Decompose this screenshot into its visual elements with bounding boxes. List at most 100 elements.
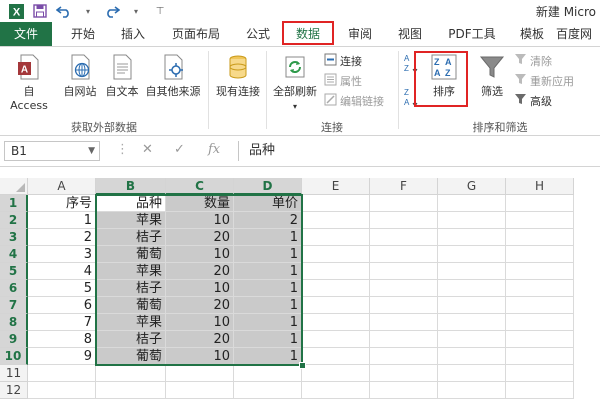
column-header-g[interactable]: G [438, 178, 506, 195]
cell-G5[interactable] [438, 263, 506, 280]
connections-button[interactable]: 连接 [324, 53, 362, 71]
clear-button[interactable]: 清除 [514, 53, 552, 71]
cell-G1[interactable] [438, 195, 506, 212]
reapply-button[interactable]: 重新应用 [514, 73, 574, 91]
row-header-3[interactable]: 3 [0, 229, 28, 246]
column-header-e[interactable]: E [302, 178, 370, 195]
tab-home[interactable]: 开始 [62, 22, 104, 46]
cell-E8[interactable] [302, 314, 370, 331]
cell-H4[interactable] [506, 246, 574, 263]
row-header-1[interactable]: 1 [0, 195, 28, 212]
cell-F5[interactable] [370, 263, 438, 280]
customize-toolbar-icon[interactable]: ⊤ [152, 3, 168, 19]
cell-F9[interactable] [370, 331, 438, 348]
cell-F6[interactable] [370, 280, 438, 297]
cell-B2[interactable]: 苹果 [96, 212, 166, 229]
row-header-6[interactable]: 6 [0, 280, 28, 297]
filter-button[interactable]: 筛选 [474, 53, 510, 99]
cell-D2[interactable]: 2 [234, 212, 302, 229]
cell-C1[interactable]: 数量 [166, 195, 234, 212]
advanced-button[interactable]: 高级 [514, 93, 552, 111]
cell-E12[interactable] [302, 382, 370, 399]
tab-file[interactable]: 文件 [0, 22, 52, 46]
undo-dropdown-icon[interactable]: ▾ [80, 3, 96, 19]
cell-A12[interactable] [28, 382, 96, 399]
cell-E1[interactable] [302, 195, 370, 212]
properties-button[interactable]: 属性 [324, 73, 362, 91]
cell-C12[interactable] [166, 382, 234, 399]
cell-E10[interactable] [302, 348, 370, 365]
cell-H10[interactable] [506, 348, 574, 365]
cell-E5[interactable] [302, 263, 370, 280]
cell-D11[interactable] [234, 365, 302, 382]
cell-F2[interactable] [370, 212, 438, 229]
cell-C11[interactable] [166, 365, 234, 382]
from-access-button[interactable]: A 自 Access [4, 53, 54, 112]
tab-pdf-tools[interactable]: PDF工具 [440, 22, 504, 46]
cell-E9[interactable] [302, 331, 370, 348]
cell-C2[interactable]: 10 [166, 212, 234, 229]
cell-G4[interactable] [438, 246, 506, 263]
cell-G10[interactable] [438, 348, 506, 365]
cell-H3[interactable] [506, 229, 574, 246]
cell-B10[interactable]: 葡萄 [96, 348, 166, 365]
cell-C6[interactable]: 10 [166, 280, 234, 297]
cell-G2[interactable] [438, 212, 506, 229]
cell-C10[interactable]: 10 [166, 348, 234, 365]
cell-F1[interactable] [370, 195, 438, 212]
column-header-c[interactable]: C [166, 178, 234, 195]
cell-B7[interactable]: 葡萄 [96, 297, 166, 314]
row-header-12[interactable]: 12 [0, 382, 28, 399]
cell-H12[interactable] [506, 382, 574, 399]
cell-C7[interactable]: 20 [166, 297, 234, 314]
tab-formulas[interactable]: 公式 [238, 22, 278, 46]
tab-templates[interactable]: 模板 [512, 22, 552, 46]
cell-B5[interactable]: 苹果 [96, 263, 166, 280]
chevron-down-icon[interactable]: ▼ [88, 142, 95, 160]
cell-E7[interactable] [302, 297, 370, 314]
cell-C8[interactable]: 10 [166, 314, 234, 331]
cell-G9[interactable] [438, 331, 506, 348]
redo-dropdown-icon[interactable]: ▾ [128, 3, 144, 19]
row-header-5[interactable]: 5 [0, 263, 28, 280]
row-header-4[interactable]: 4 [0, 246, 28, 263]
cell-C5[interactable]: 20 [166, 263, 234, 280]
cell-H6[interactable] [506, 280, 574, 297]
cell-G3[interactable] [438, 229, 506, 246]
column-header-h[interactable]: H [506, 178, 574, 195]
cell-F7[interactable] [370, 297, 438, 314]
cell-E2[interactable] [302, 212, 370, 229]
cell-A11[interactable] [28, 365, 96, 382]
cell-E6[interactable] [302, 280, 370, 297]
cell-A9[interactable]: 8 [28, 331, 96, 348]
row-header-9[interactable]: 9 [0, 331, 28, 348]
tab-insert[interactable]: 插入 [112, 22, 154, 46]
cell-H7[interactable] [506, 297, 574, 314]
cell-H2[interactable] [506, 212, 574, 229]
cell-G8[interactable] [438, 314, 506, 331]
cell-A7[interactable]: 6 [28, 297, 96, 314]
row-header-10[interactable]: 10 [0, 348, 28, 365]
cell-C3[interactable]: 20 [166, 229, 234, 246]
cell-H11[interactable] [506, 365, 574, 382]
cell-D7[interactable]: 1 [234, 297, 302, 314]
fill-handle[interactable] [299, 362, 306, 369]
edit-links-button[interactable]: 编辑链接 [324, 93, 384, 111]
cell-F12[interactable] [370, 382, 438, 399]
cell-D6[interactable]: 1 [234, 280, 302, 297]
cell-B11[interactable] [96, 365, 166, 382]
row-header-2[interactable]: 2 [0, 212, 28, 229]
from-text-button[interactable]: 自文本 [102, 53, 142, 99]
cell-F8[interactable] [370, 314, 438, 331]
cell-A8[interactable]: 7 [28, 314, 96, 331]
from-web-button[interactable]: 自网站 [60, 53, 100, 99]
tab-view[interactable]: 视图 [390, 22, 430, 46]
cell-A10[interactable]: 9 [28, 348, 96, 365]
column-header-b[interactable]: B [96, 178, 166, 195]
name-box[interactable]: B1 ▼ [4, 141, 100, 161]
column-header-f[interactable]: F [370, 178, 438, 195]
cell-D9[interactable]: 1 [234, 331, 302, 348]
cell-B4[interactable]: 葡萄 [96, 246, 166, 263]
cell-F3[interactable] [370, 229, 438, 246]
tab-review[interactable]: 审阅 [340, 22, 380, 46]
